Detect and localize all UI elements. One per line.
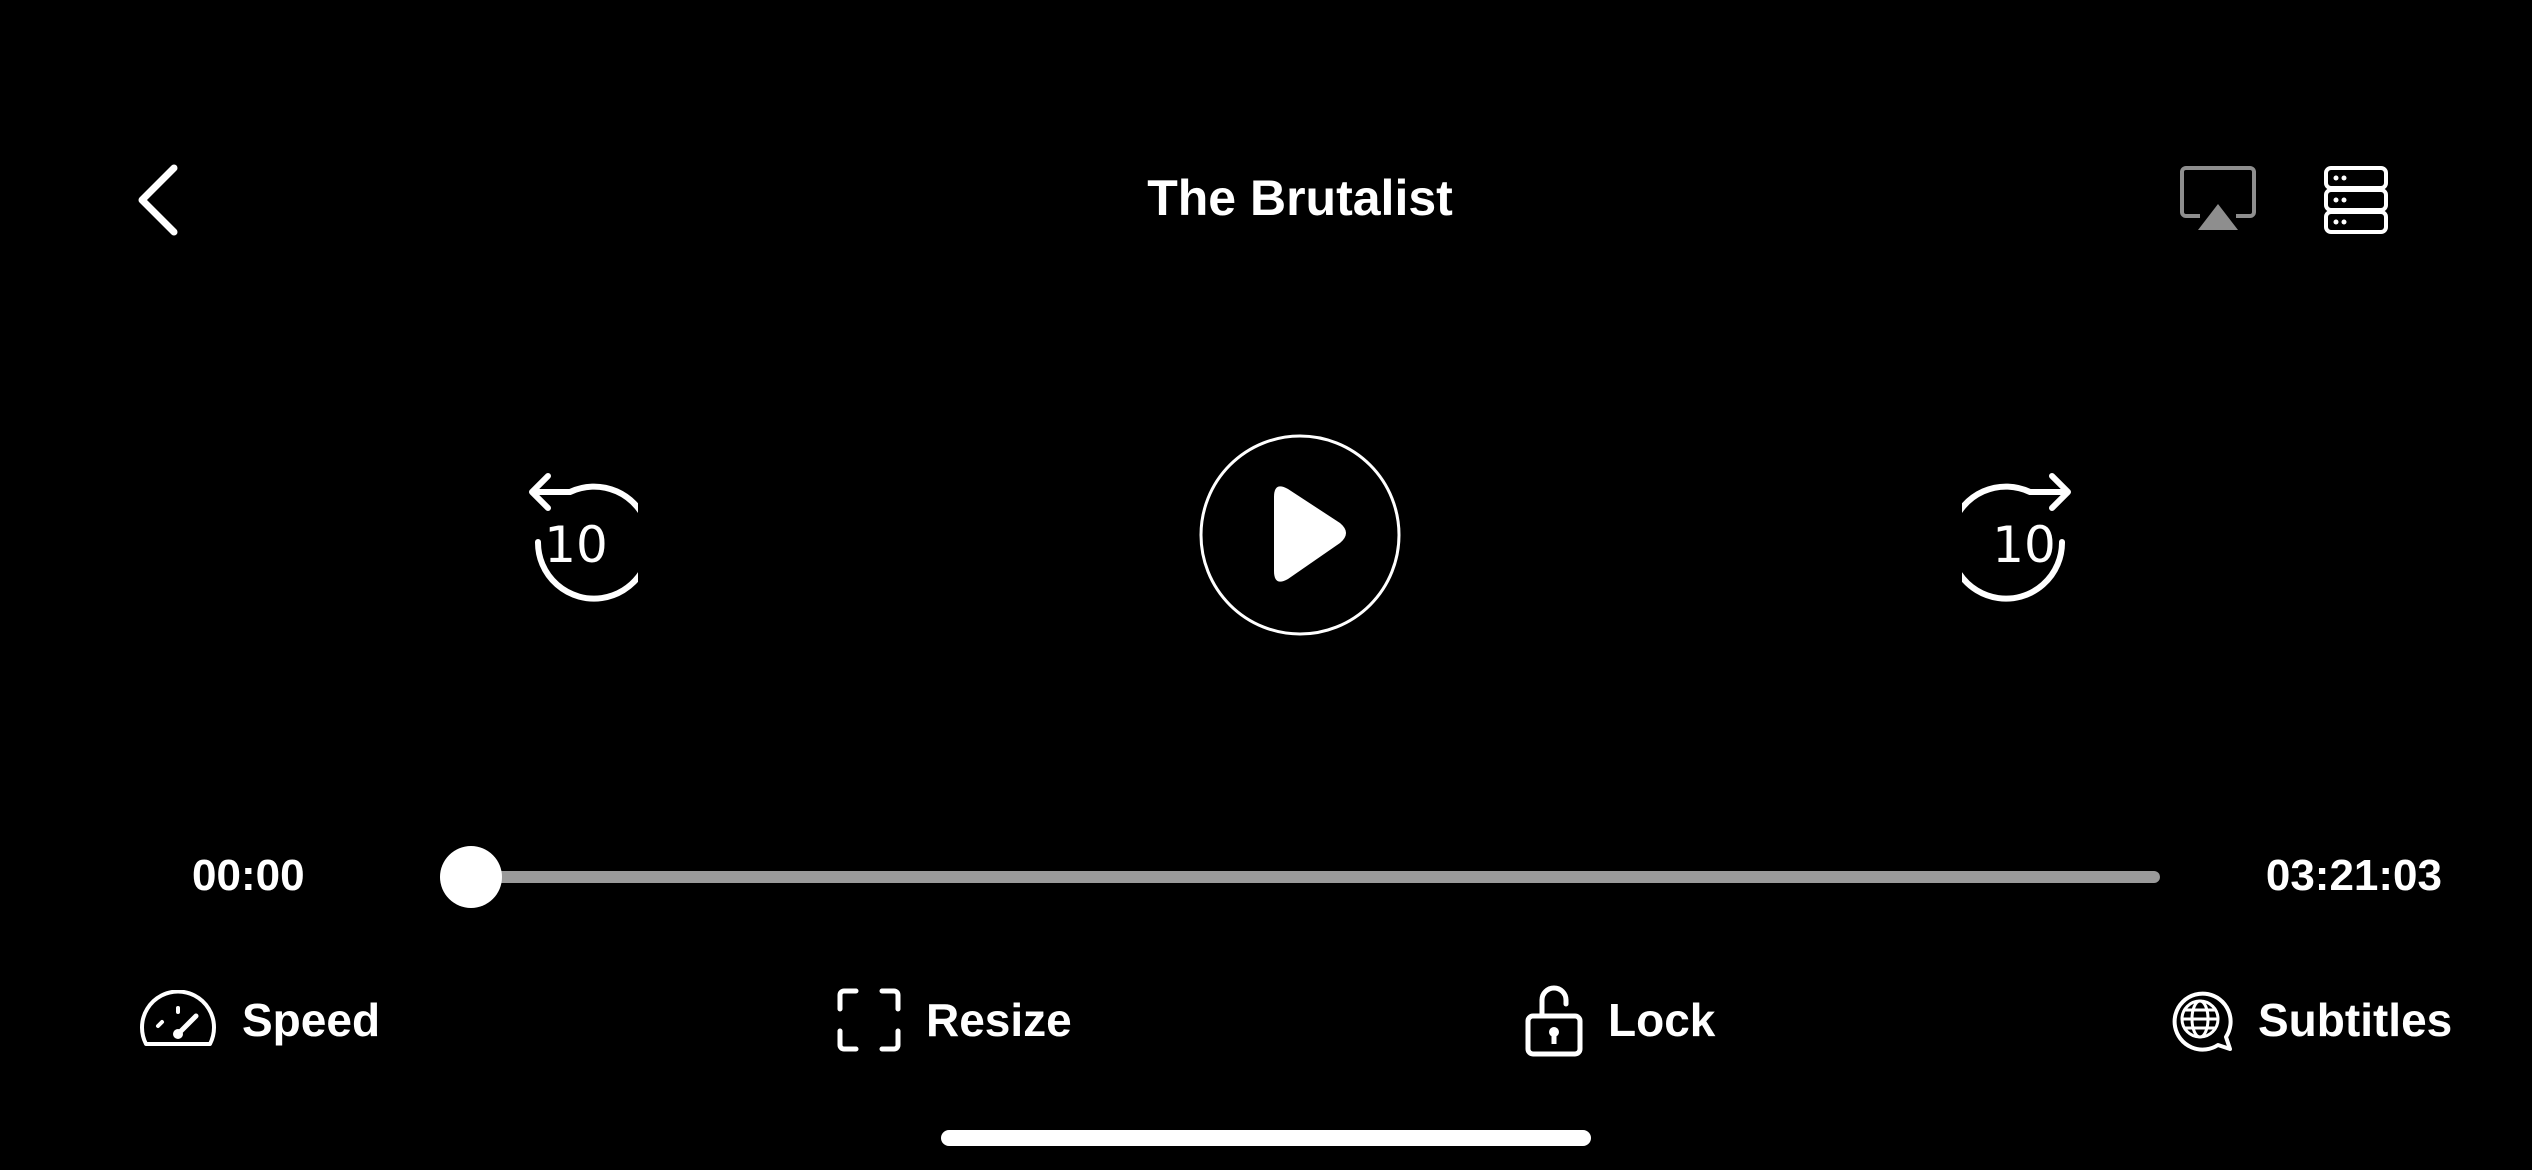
globe-chat-icon <box>2172 991 2233 1052</box>
skip-forward-button[interactable]: 10 <box>1947 462 2092 602</box>
video-title: The Brutalist <box>1147 170 1453 226</box>
rotate-cw-10-icon: 10 <box>1947 473 2071 602</box>
lock-label: Lock <box>1608 994 1716 1046</box>
skip-back-label: 10 <box>544 516 608 574</box>
resize-button[interactable]: Resize <box>836 980 1072 1060</box>
skip-forward-label: 10 <box>1992 516 2056 574</box>
episodes-button[interactable] <box>2320 164 2400 238</box>
airplay-button[interactable] <box>2178 164 2258 238</box>
lock-button[interactable]: Lock <box>1524 980 1715 1060</box>
airplay-icon <box>2180 166 2256 230</box>
speed-button[interactable]: Speed <box>138 980 380 1060</box>
server-list-icon <box>2324 166 2388 234</box>
total-time: 03:21:03 <box>2265 851 2442 900</box>
speedometer-icon <box>140 990 216 1046</box>
play-button[interactable] <box>1198 433 1402 637</box>
skip-back-button[interactable]: 10 <box>508 462 653 602</box>
play-icon <box>1199 434 1401 636</box>
current-time: 00:00 <box>192 851 305 900</box>
progress-thumb[interactable] <box>440 846 502 908</box>
rotate-ccw-10-icon: 10 <box>529 473 653 602</box>
unlock-icon <box>1525 985 1583 1057</box>
progress-track[interactable] <box>470 871 2160 883</box>
speed-label: Speed <box>242 994 381 1046</box>
home-indicator[interactable] <box>941 1130 1591 1146</box>
resize-frame-icon <box>837 988 901 1052</box>
subtitles-label: Subtitles <box>2258 994 2453 1046</box>
subtitles-button[interactable]: Subtitles <box>2168 980 2452 1060</box>
resize-label: Resize <box>926 994 1072 1046</box>
